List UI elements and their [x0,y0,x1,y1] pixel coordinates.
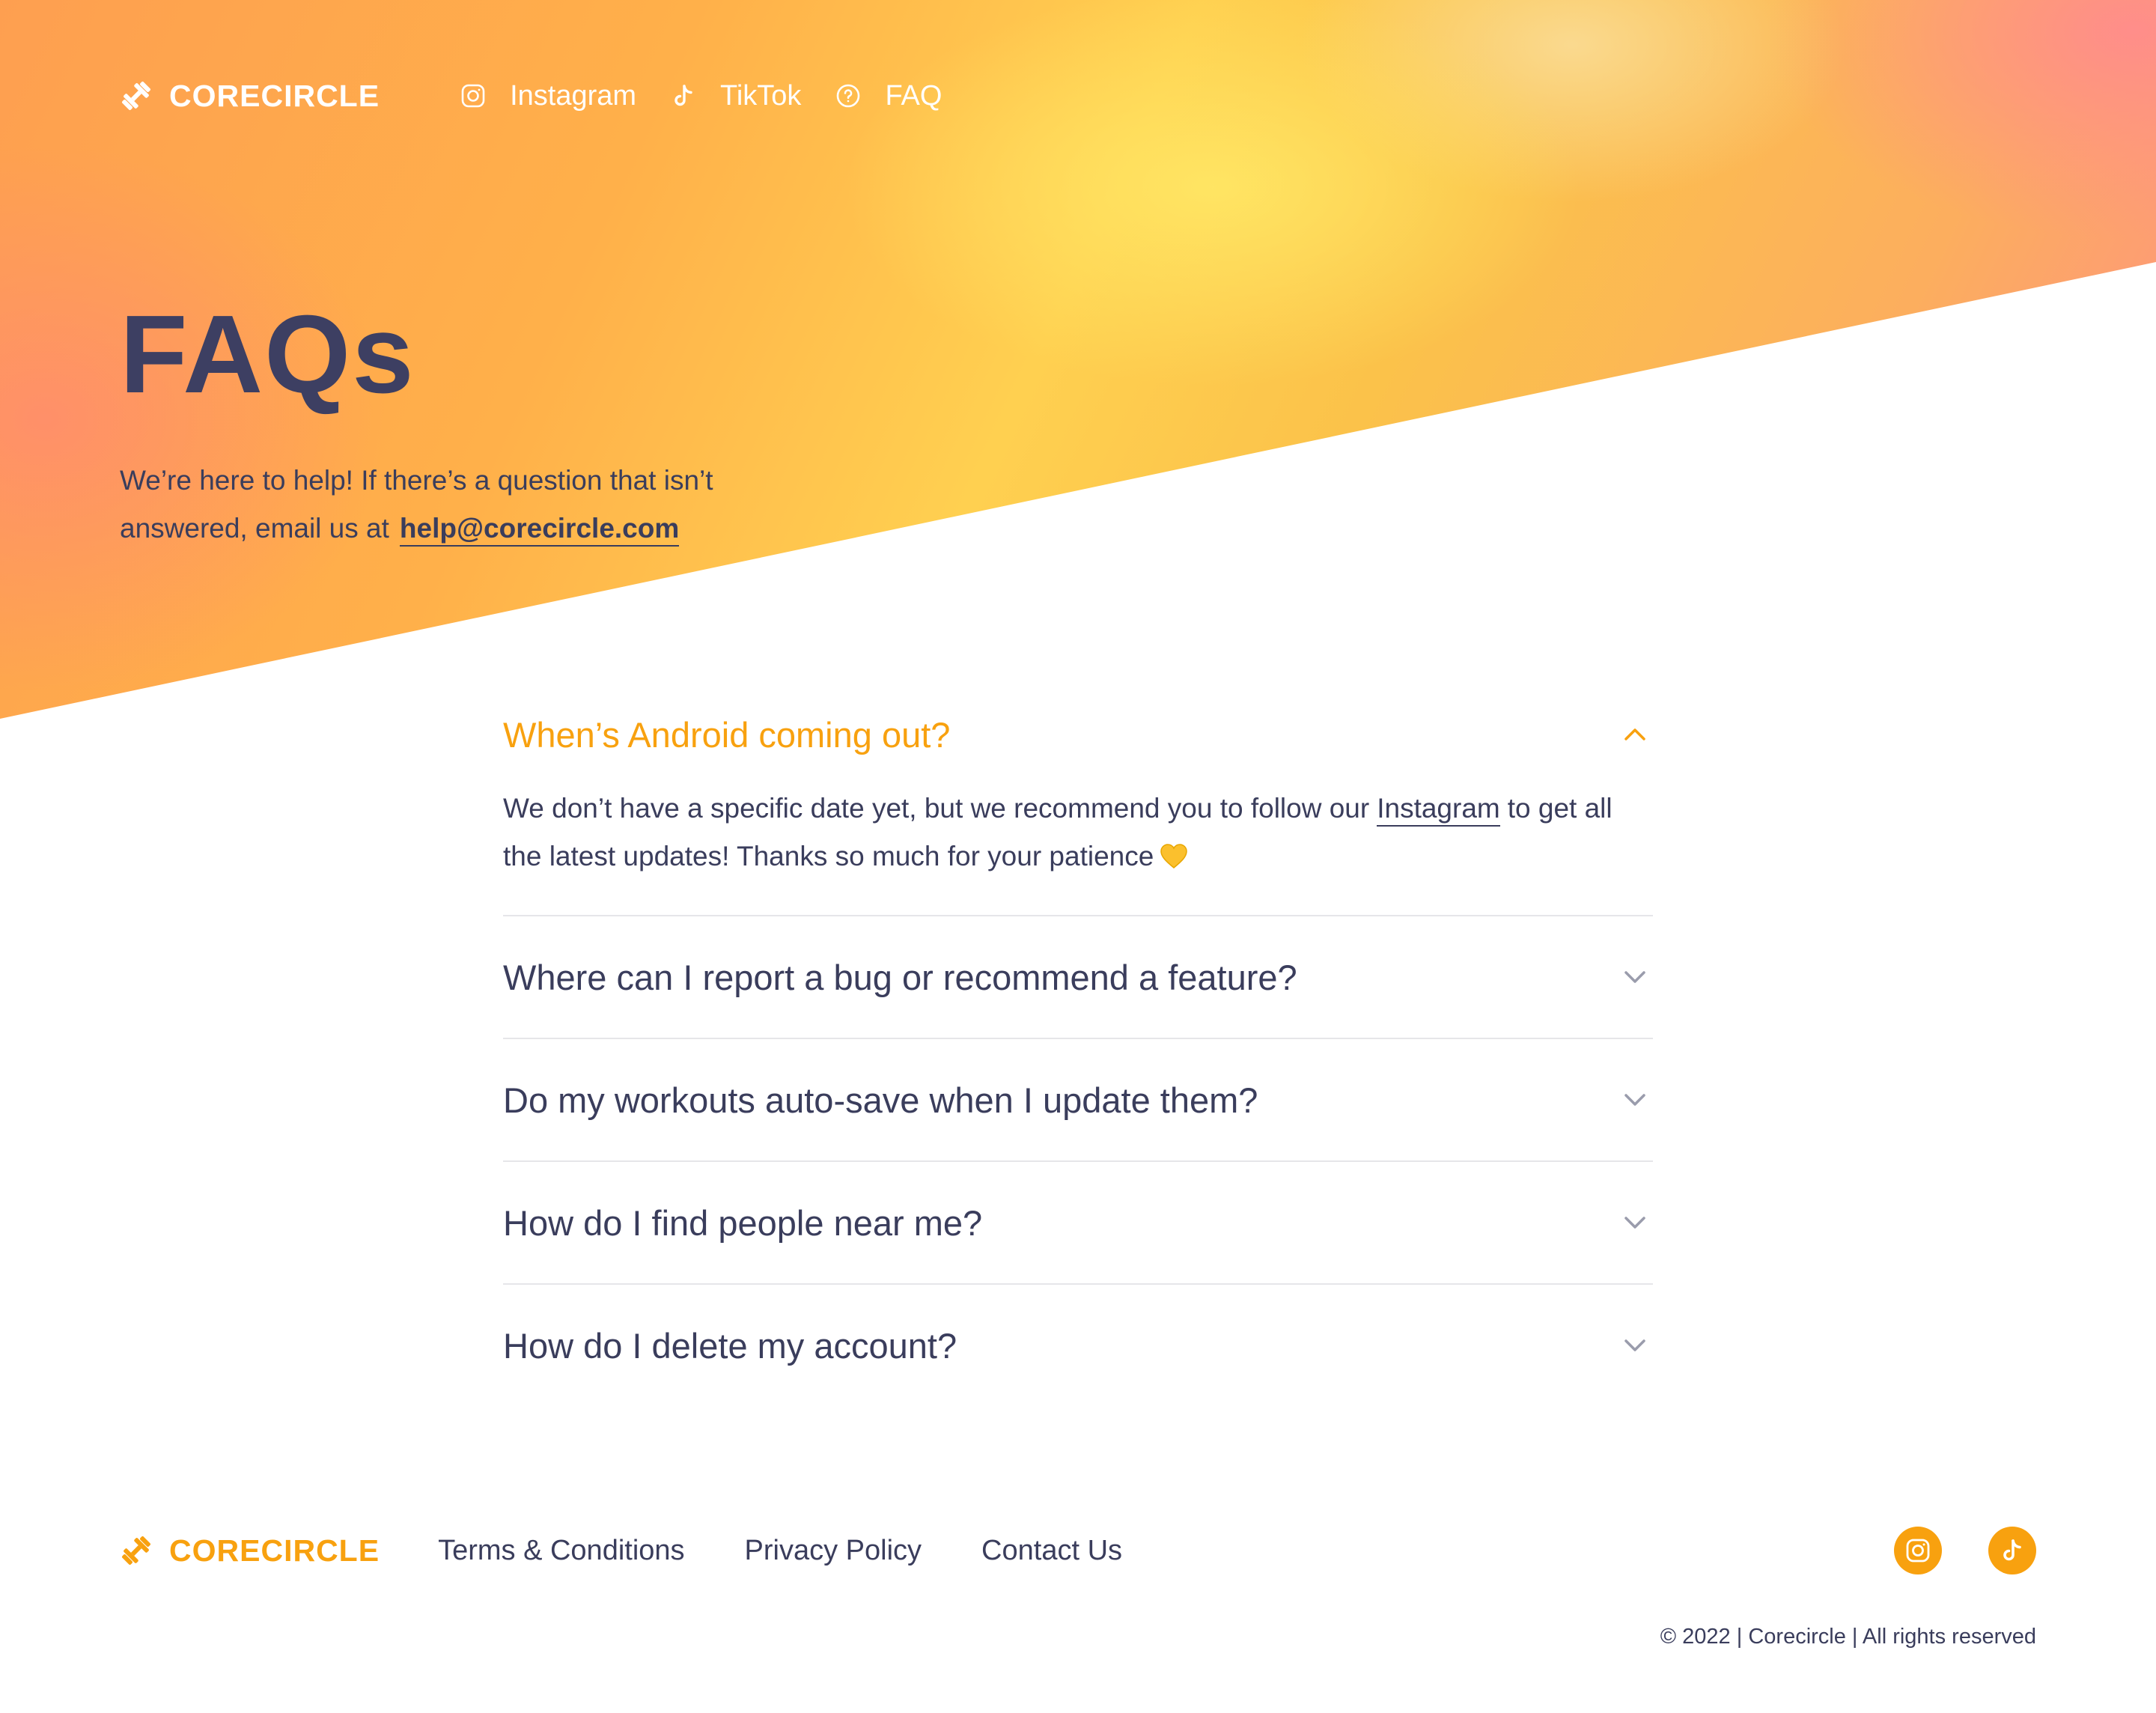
tiktok-icon [2003,1539,2021,1561]
footer-brand-logo[interactable]: CORECIRCLE [120,1533,380,1569]
footer-link-terms[interactable]: Terms & Conditions [438,1535,684,1567]
faq-question-toggle[interactable]: When’s Android coming out? [503,689,1653,777]
faq-question: How do I delete my account? [503,1325,957,1366]
instagram-inline-link[interactable]: Instagram [1377,793,1500,827]
faq-question-toggle[interactable]: How do I delete my account? [503,1285,1653,1406]
faq-question: How do I find people near me? [503,1202,983,1243]
faq-question: When’s Android coming out? [503,714,951,755]
chevron-down-icon [1624,1217,1645,1229]
faq-item: How do I find people near me? [503,1162,1653,1285]
hero-subtitle-line1: We’re here to help! If there’s a questio… [120,465,713,496]
nav-link-tiktok[interactable]: TikTok [671,80,801,112]
faq-answer-text: We don’t have a specific date yet, but w… [503,793,1370,824]
faq-question-toggle[interactable]: How do I find people near me? [503,1162,1653,1283]
faq-item: How do I delete my account? [503,1285,1653,1406]
instagram-icon [1906,1539,1930,1563]
chevron-up-icon [1624,728,1645,740]
nav-link-faq[interactable]: FAQ [835,80,942,112]
support-email-link[interactable]: help@corecircle.com [399,513,680,547]
chevron-down-icon [1624,971,1645,983]
faq-accordion: When’s Android coming out? We don’t have… [503,689,1653,1406]
nav-link-label: TikTok [720,79,802,112]
nav-link-label: FAQ [885,79,943,112]
chevron-down-icon [1624,1094,1645,1106]
faq-question: Do my workouts auto-save when I update t… [503,1080,1258,1120]
footer-links: Terms & Conditions Privacy Policy Contac… [438,1535,1122,1567]
hero-subtitle: We’re here to help! If there’s a questio… [120,457,794,553]
brand-logo[interactable]: CORECIRCLE [120,79,380,114]
page-title: FAQs [120,293,415,416]
footer-tiktok-button[interactable] [1988,1527,2036,1574]
footer: CORECIRCLE Terms & Conditions Privacy Po… [120,1527,2036,1574]
footer-link-privacy[interactable]: Privacy Policy [745,1535,922,1567]
tiktok-icon [674,85,692,106]
faq-question-toggle[interactable]: Do my workouts auto-save when I update t… [503,1039,1653,1160]
faq-item: Do my workouts auto-save when I update t… [503,1039,1653,1162]
footer-social [1894,1527,2036,1574]
chevron-down-icon [1624,1339,1645,1351]
nav-link-label: Instagram [510,79,637,112]
dumbbell-logo-icon [122,82,150,110]
faq-item: Where can I report a bug or recommend a … [503,916,1653,1039]
dumbbell-logo-icon [122,1536,150,1565]
nav-links: Instagram TikTok FAQ [460,80,942,112]
footer-link-contact[interactable]: Contact Us [981,1535,1122,1567]
hero-subtitle-line2: answered, email us at [120,513,389,544]
copyright-text: © 2022 | Corecircle | All rights reserve… [1660,1625,2036,1649]
nav-link-instagram[interactable]: Instagram [460,80,636,112]
faq-question-toggle[interactable]: Where can I report a bug or recommend a … [503,916,1653,1038]
question-circle-icon [837,84,860,108]
faq-answer: We don’t have a specific date yet, but w… [503,777,1653,915]
brand-name: CORECIRCLE [169,78,380,113]
faq-item: When’s Android coming out? We don’t have… [503,689,1653,916]
top-nav: CORECIRCLE Instagram TikTok FAQ [120,73,942,118]
instagram-icon [461,84,485,108]
footer-instagram-button[interactable] [1894,1527,1942,1574]
faq-question: Where can I report a bug or recommend a … [503,957,1297,997]
footer-brand-name: CORECIRCLE [169,1533,380,1568]
yellow-heart-icon [1160,844,1188,868]
